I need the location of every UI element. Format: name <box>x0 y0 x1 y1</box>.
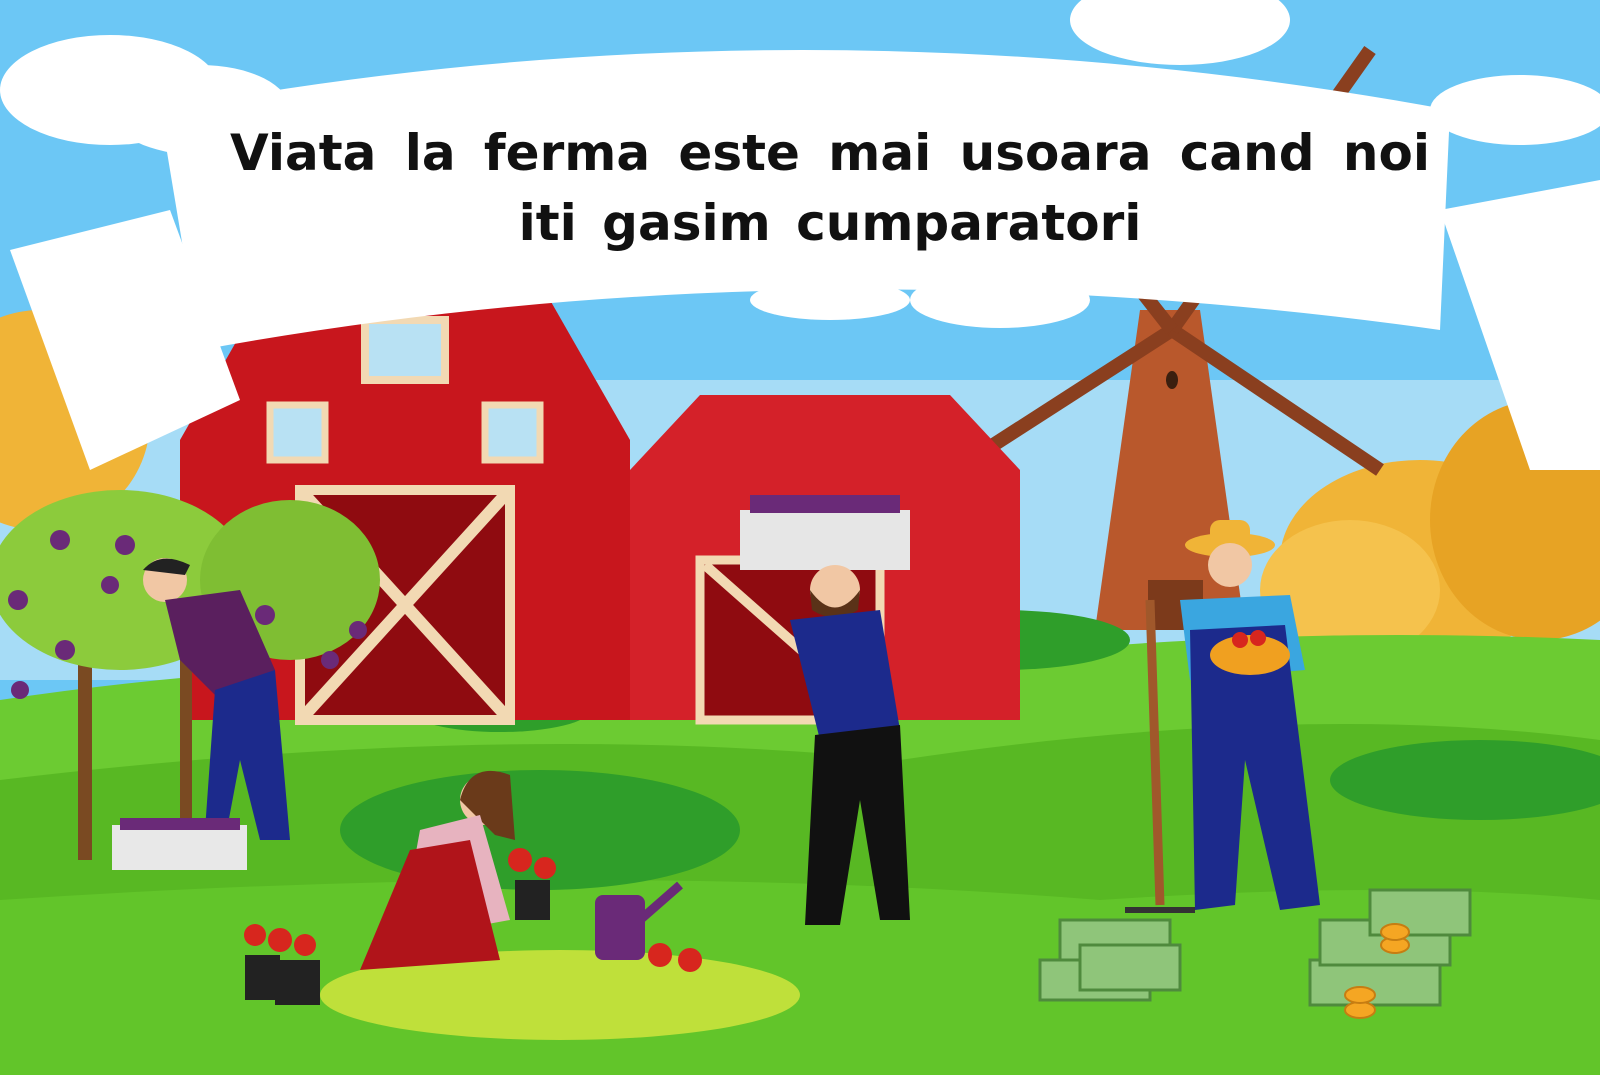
banner-text: Viata la ferma este mai usoara cand noi … <box>230 124 1430 252</box>
